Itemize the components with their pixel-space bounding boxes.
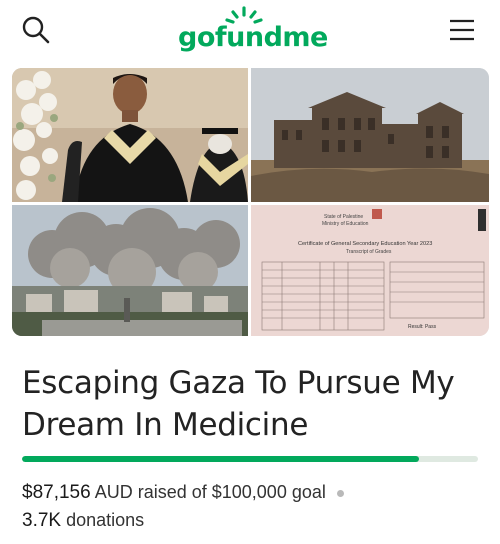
- progress-fill: [22, 456, 420, 462]
- cert-title: Certificate of General Secondary Educati…: [298, 241, 432, 247]
- donations-count: 3.7K: [22, 510, 62, 531]
- campaign-hero-image[interactable]: State of Palestine Ministry of Education…: [12, 68, 489, 336]
- campaign-title[interactable]: Escaping Gaza To Pursue My Dream In Medi…: [22, 362, 482, 446]
- menu-button[interactable]: [444, 14, 480, 46]
- amount-raised: $87,156: [22, 482, 91, 503]
- search-icon: [22, 16, 50, 44]
- raised-summary: $87,156 AUD raised of $100,000 goal: [22, 482, 344, 504]
- cert-subtitle: Transcript of Grades: [346, 249, 392, 255]
- donations-label: donations: [66, 510, 145, 530]
- graduation-photo: [12, 68, 248, 202]
- cert-result: Result: Pass: [408, 324, 437, 330]
- smoke-over-city-photo: [12, 205, 248, 336]
- gofundme-logo[interactable]: gofundme: [178, 4, 328, 56]
- cert-line2: Ministry of Education: [322, 221, 369, 227]
- cert-line1: State of Palestine: [324, 214, 363, 220]
- education-certificate-photo: State of Palestine Ministry of Education…: [251, 205, 489, 336]
- top-nav: gofundme: [0, 0, 500, 62]
- search-button[interactable]: [18, 12, 54, 48]
- donations-summary: 3.7K donations: [22, 510, 144, 532]
- logo-text: gofundme: [178, 22, 328, 53]
- raised-of-goal-text: AUD raised of $100,000 goal: [94, 482, 326, 502]
- separator-dot-icon: [336, 489, 344, 497]
- progress-bar: [22, 456, 478, 462]
- hamburger-menu-icon: [450, 19, 474, 41]
- ruined-building-photo: [251, 68, 489, 202]
- qr-code-icon: [478, 209, 486, 231]
- emblem-icon: [372, 209, 382, 219]
